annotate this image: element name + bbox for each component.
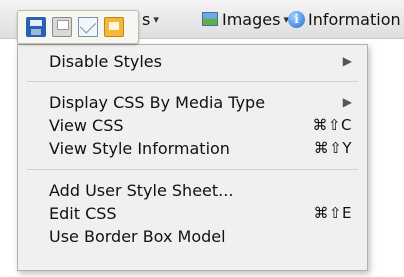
menu-item-edit-css[interactable]: Edit CSS ⌘⇧E xyxy=(49,202,352,224)
css-dropdown-menu: Disable Styles ▶ Display CSS By Media Ty… xyxy=(17,44,368,271)
shortcut-label: ⌘⇧C xyxy=(312,116,352,134)
menu-item-label: Use Border Box Model xyxy=(49,226,226,246)
note-icon[interactable] xyxy=(104,17,124,37)
shortcut-label: ⌘⇧E xyxy=(313,204,352,222)
menu-item-view-css[interactable]: View CSS ⌘⇧C xyxy=(49,114,352,136)
menu-item-view-style-information[interactable]: View Style Information ⌘⇧Y xyxy=(49,137,352,159)
information-menu-label: Information xyxy=(308,9,401,29)
submenu-arrow-icon: ▶ xyxy=(342,95,352,109)
menu-separator xyxy=(27,169,358,170)
information-menu-button[interactable]: i Information ▾ xyxy=(288,7,404,31)
menu-item-use-border-box-model[interactable]: Use Border Box Model xyxy=(49,225,352,247)
mail-icon[interactable] xyxy=(78,17,98,37)
shortcut-label: ⌘⇧Y xyxy=(313,139,352,157)
menu-item-label: View Style Information xyxy=(49,138,230,158)
menu-item-add-user-style-sheet[interactable]: Add User Style Sheet... xyxy=(49,179,352,201)
menu-item-display-css-by-media-type[interactable]: Display CSS By Media Type ▶ xyxy=(49,91,352,113)
menu-item-label: Edit CSS xyxy=(49,203,117,223)
css-menu-button[interactable]: s ▾ xyxy=(142,7,159,31)
menu-item-label: Disable Styles xyxy=(49,51,162,71)
image-icon xyxy=(202,12,218,26)
menu-item-label: Add User Style Sheet... xyxy=(49,180,234,200)
save-icon[interactable] xyxy=(26,17,46,37)
dropdown-arrow-icon: ▾ xyxy=(153,12,159,26)
images-menu-label: Images xyxy=(222,9,281,29)
menu-item-label: View CSS xyxy=(49,115,124,135)
submenu-arrow-icon: ▶ xyxy=(342,54,352,68)
icon-palette xyxy=(17,10,139,44)
menu-item-label: Display CSS By Media Type xyxy=(49,92,266,112)
print-icon[interactable] xyxy=(52,17,72,37)
menu-separator xyxy=(27,81,358,82)
css-menu-label: s xyxy=(142,9,151,29)
info-icon: i xyxy=(288,10,305,28)
images-menu-button[interactable]: Images ▾ xyxy=(202,7,289,31)
menu-item-disable-styles[interactable]: Disable Styles ▶ xyxy=(49,50,352,72)
